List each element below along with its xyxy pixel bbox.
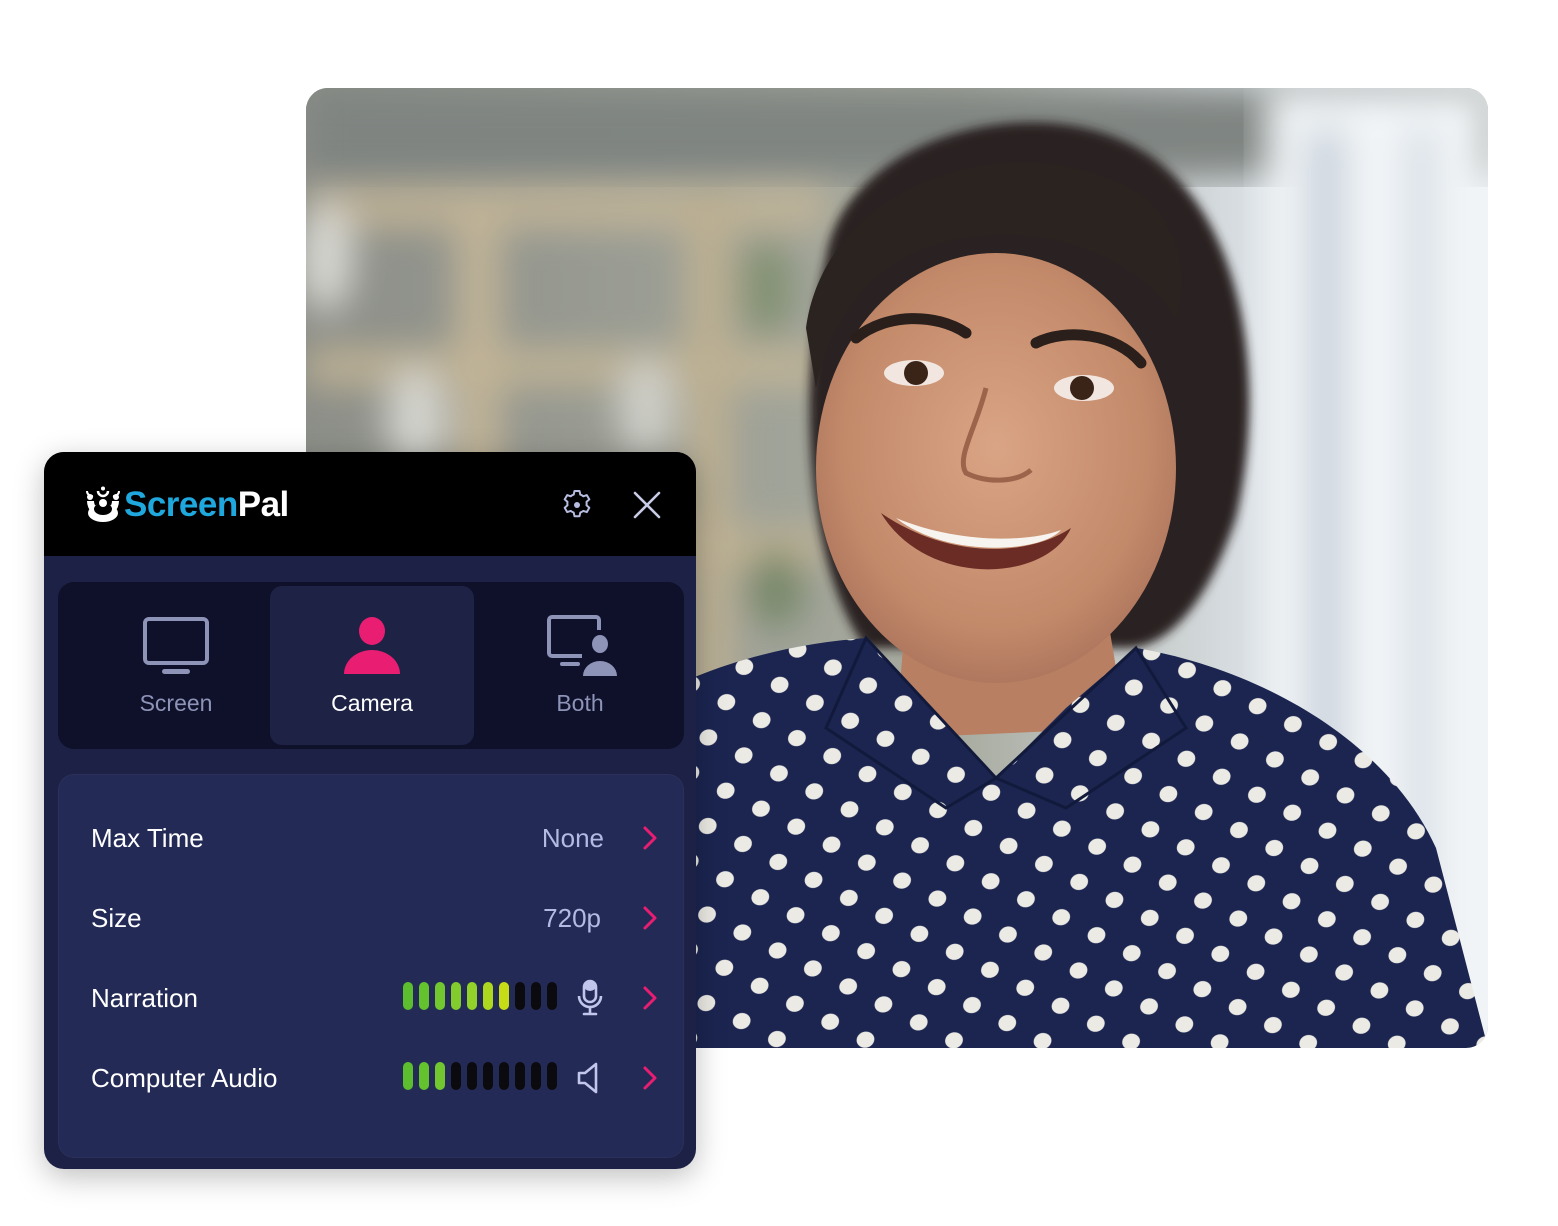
screenpal-logo: ScreenPal [84,485,289,523]
level-bar-lit [403,982,413,1010]
level-bar-unlit [547,1062,557,1090]
microphone-icon[interactable] [576,979,604,1017]
monitor-icon [143,617,209,674]
logo-text-pal: Pal [237,484,290,524]
level-bar-lit [483,982,493,1010]
monitor-person-icon [547,615,617,676]
mode-both-button[interactable]: Both [478,586,682,745]
level-bar-lit [403,1062,413,1090]
screenpal-recorder-panel: ScreenPal Screen Camera Both Max Time No… [44,452,696,1169]
level-bar-unlit [515,982,525,1010]
close-icon [633,491,661,519]
chevron-right-icon [643,906,657,930]
mode-screen-button[interactable]: Screen [74,586,278,745]
setting-size[interactable]: Size 720p [58,887,684,947]
chevron-right-icon [643,826,657,850]
person-icon [344,617,400,674]
narration-level-meter [403,982,557,1012]
level-bar-unlit [451,1062,461,1090]
level-bar-unlit [531,982,541,1010]
gear-icon [563,490,591,518]
chevron-right-icon [643,1066,657,1090]
level-bar-unlit [515,1062,525,1090]
mode-camera-label: Camera [331,690,413,716]
screenpal-logo-icon [86,486,120,522]
level-bar-lit [467,982,477,1010]
narration-label: Narration [91,983,198,1013]
level-bar-lit [499,982,509,1010]
level-bar-unlit [547,982,557,1010]
level-bar-lit [419,982,429,1010]
max-time-value: None [541,823,604,853]
max-time-label: Max Time [91,823,204,853]
computer-audio-label: Computer Audio [91,1063,278,1093]
logo-text-screen: Screen [124,484,238,524]
setting-max-time[interactable]: Max Time None [58,807,684,867]
recording-mode-selector: Screen Camera Both [58,582,684,749]
computer-audio-level-meter [403,1062,557,1092]
level-bar-unlit [499,1062,509,1090]
mode-screen-label: Screen [139,690,213,716]
size-value: 720p [543,903,601,933]
level-bar-lit [435,982,445,1010]
setting-narration[interactable]: Narration [58,967,684,1027]
recording-settings: Max Time None Size 720p Narration Comput… [58,774,684,1158]
mode-camera-button[interactable]: Camera [270,586,474,745]
mode-both-label: Both [556,690,604,716]
level-bar-lit [419,1062,429,1090]
title-bar: ScreenPal [44,452,696,556]
level-bar-lit [435,1062,445,1090]
close-button[interactable] [629,487,665,523]
level-bar-unlit [483,1062,493,1090]
logo-wordmark: ScreenPal [124,487,289,522]
level-bar-unlit [467,1062,477,1090]
settings-button[interactable] [559,487,595,523]
level-bar-lit [451,982,461,1010]
chevron-right-icon [643,986,657,1010]
size-label: Size [91,903,142,933]
speaker-icon[interactable] [576,1059,604,1097]
level-bar-unlit [531,1062,541,1090]
setting-computer-audio[interactable]: Computer Audio [58,1047,684,1107]
